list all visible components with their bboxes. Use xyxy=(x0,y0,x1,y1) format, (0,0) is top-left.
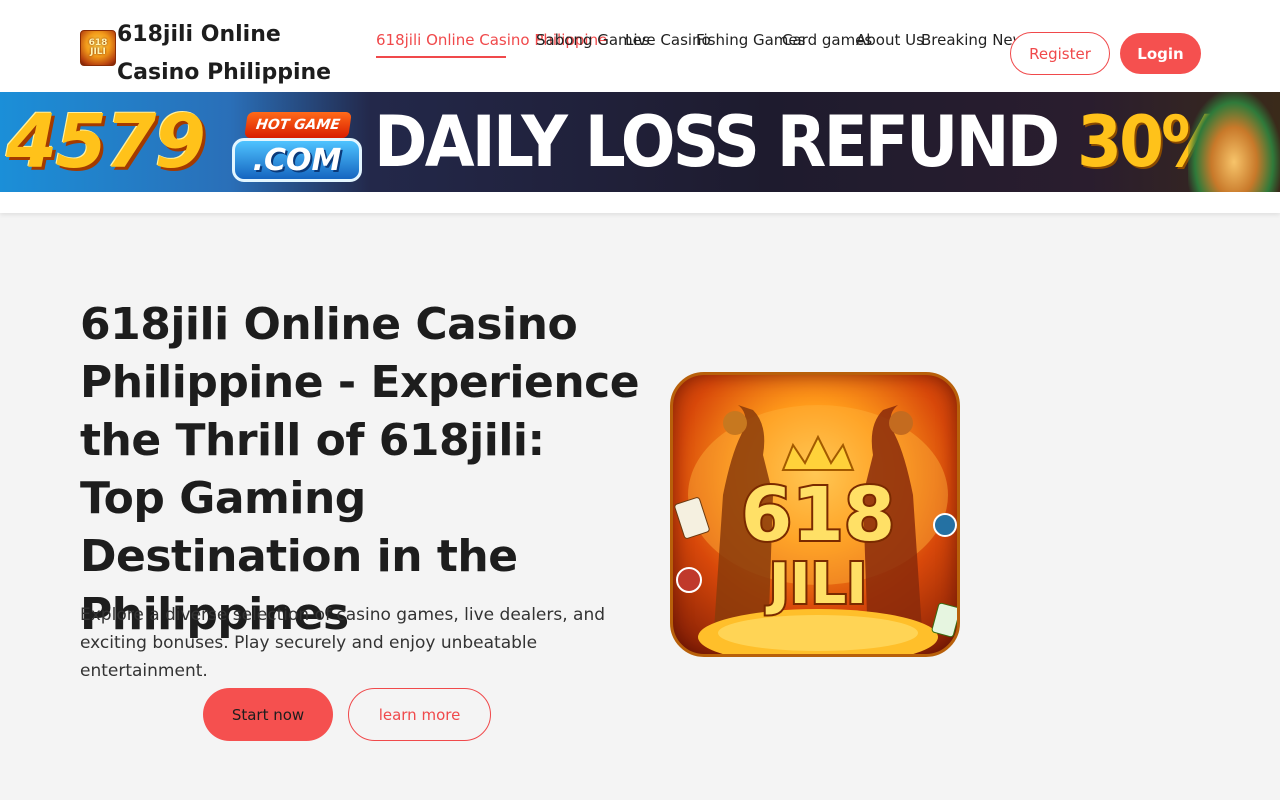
nav-link-breaking-news[interactable]: Breaking News xyxy=(921,28,1033,53)
register-button[interactable]: Register xyxy=(1010,32,1110,75)
app-icon-text-jili: JILI xyxy=(765,552,867,617)
app-icon-text-618: 618 xyxy=(741,472,895,558)
brand[interactable]: 618 JILI 618jili Online Casino Philippin… xyxy=(80,18,357,92)
brand-logo[interactable]: 618 JILI xyxy=(80,30,116,66)
nav-item-sabong-games[interactable]: Sabong Games xyxy=(536,28,650,53)
nav-link-sabong-games[interactable]: Sabong Games xyxy=(536,28,650,53)
app-icon-artwork: 618 JILI xyxy=(674,405,957,654)
nav-link-live-casino[interactable]: Live Casino xyxy=(625,28,711,53)
brand-title[interactable]: 618jili Online Casino Philippine xyxy=(117,16,357,92)
site-header: 618 JILI 618jili Online Casino Philippin… xyxy=(0,0,1280,92)
banner-site-number: 4579 xyxy=(6,99,206,185)
618jili-app-icon: 618 JILI xyxy=(670,372,960,657)
nav-link-about-us[interactable]: About Us xyxy=(856,28,924,53)
nav-item-fishing-games[interactable]: Fishing Games xyxy=(696,28,805,53)
banner-bottom-strip xyxy=(0,192,1280,213)
start-now-button[interactable]: Start now xyxy=(203,688,333,741)
nav-item-breaking-news[interactable]: Breaking News xyxy=(921,28,1033,53)
nav-link-card-games[interactable]: Card games xyxy=(782,28,872,53)
nav-item-live-casino[interactable]: Live Casino xyxy=(625,28,711,53)
hero-title: 618jili Online Casino Philippine - Exper… xyxy=(80,299,640,640)
nav-item-about-us[interactable]: About Us xyxy=(856,28,924,53)
learn-more-button[interactable]: learn more xyxy=(348,688,491,741)
nav-item-home[interactable]: 618jili Online Casino Philippine xyxy=(376,28,607,58)
nav-link-home[interactable]: 618jili Online Casino Philippine xyxy=(376,28,607,58)
brand-logo-text: 618 JILI xyxy=(88,38,108,57)
hero-description: Explore a diverse selection of casino ga… xyxy=(80,605,606,681)
promo-banner[interactable]: 4579 HOT GAME .COM DAILY LOSS REFUND 30% xyxy=(0,92,1280,192)
login-button[interactable]: Login xyxy=(1120,33,1201,74)
banner-dotcom-label: .COM xyxy=(232,138,362,182)
banner-headline-text: DAILY LOSS REFUND xyxy=(374,101,1060,183)
nav-link-fishing-games[interactable]: Fishing Games xyxy=(696,28,805,53)
banner-hot-game-label: HOT GAME xyxy=(244,112,352,138)
banner-hotgame-badge: HOT GAME .COM xyxy=(232,112,364,182)
banner-character-image xyxy=(1188,92,1280,192)
nav-item-card-games[interactable]: Card games xyxy=(782,28,872,53)
banner-headline: DAILY LOSS REFUND 30% xyxy=(374,100,1226,184)
